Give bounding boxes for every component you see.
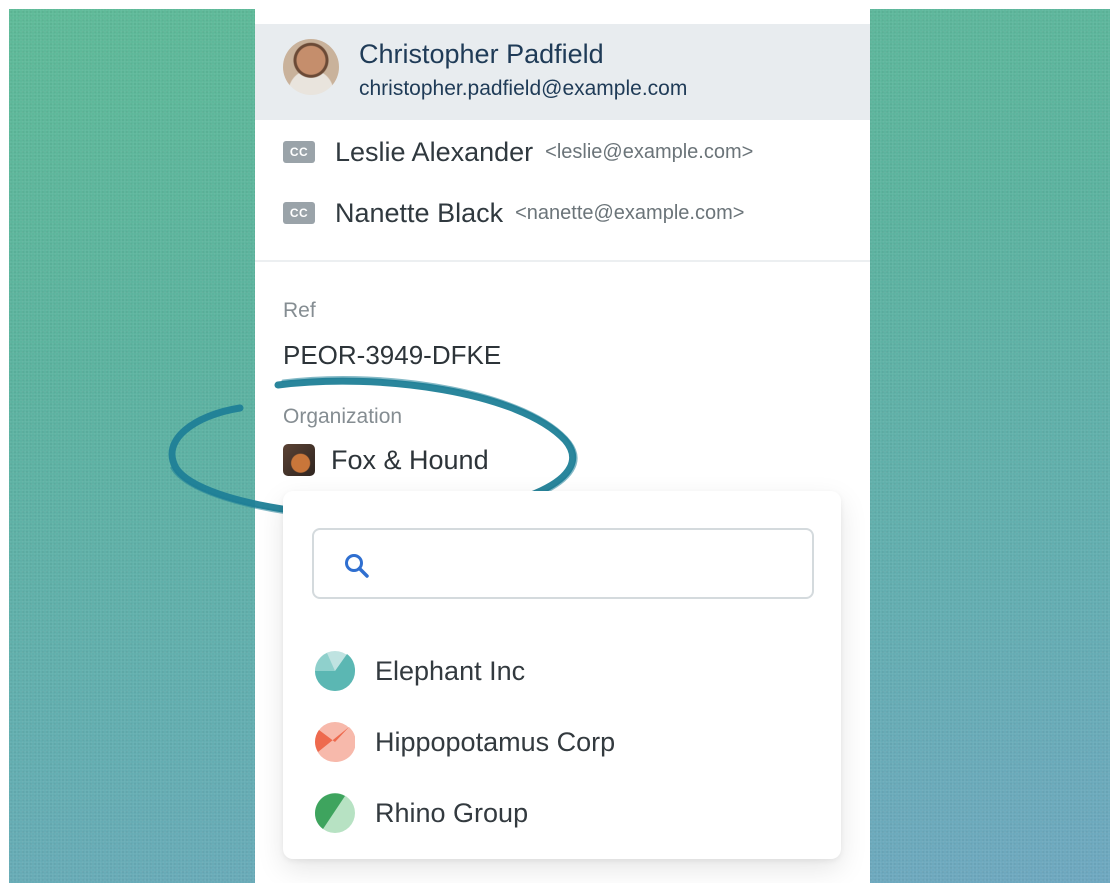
ref-label: Ref (283, 299, 316, 322)
option-label: Hippopotamus Corp (375, 726, 616, 757)
cc-badge-icon: CC (283, 202, 315, 224)
organization-selector[interactable]: Fox & Hound (283, 444, 489, 476)
dropdown-option-elephant-inc[interactable]: Elephant Inc (315, 649, 525, 693)
elephant-logo-icon (315, 651, 355, 691)
dropdown-option-rhino-group[interactable]: Rhino Group (315, 791, 528, 835)
option-label: Elephant Inc (375, 655, 526, 686)
organization-value: Fox & Hound (331, 444, 489, 475)
frame-left-border (0, 0, 9, 883)
cc-recipient-row[interactable]: CC Nanette Black <nanette@example.com> (283, 193, 744, 233)
rhino-logo-icon (315, 793, 355, 833)
cc-recipient-name: Nanette Black (335, 197, 504, 228)
fox-logo-icon (283, 444, 315, 476)
search-icon (345, 554, 369, 578)
search-input[interactable] (386, 544, 800, 586)
organization-dropdown: Elephant Inc Hippopotamus Corp Rhino Gro… (283, 491, 841, 859)
cc-recipient-name: Leslie Alexander (335, 136, 534, 167)
search-field[interactable] (312, 528, 814, 599)
contact-email: christopher.padfield@example.com (359, 77, 688, 100)
selected-contact-row[interactable]: Christopher Padfield christopher.padfiel… (255, 24, 870, 120)
cc-badge-icon: CC (283, 141, 315, 163)
dropdown-option-hippopotamus-corp[interactable]: Hippopotamus Corp (315, 720, 615, 764)
contact-name: Christopher Padfield (359, 39, 604, 69)
organization-label: Organization (283, 405, 403, 428)
ref-value: PEOR-3949-DFKE (283, 340, 502, 370)
cc-recipient-row[interactable]: CC Leslie Alexander <leslie@example.com> (283, 132, 753, 172)
avatar (283, 39, 339, 95)
cc-recipient-email: <nanette@example.com> (515, 201, 745, 224)
hippo-logo-icon (315, 722, 355, 762)
cc-recipient-email: <leslie@example.com> (545, 140, 754, 163)
option-label: Rhino Group (375, 797, 529, 828)
section-divider (255, 260, 870, 262)
